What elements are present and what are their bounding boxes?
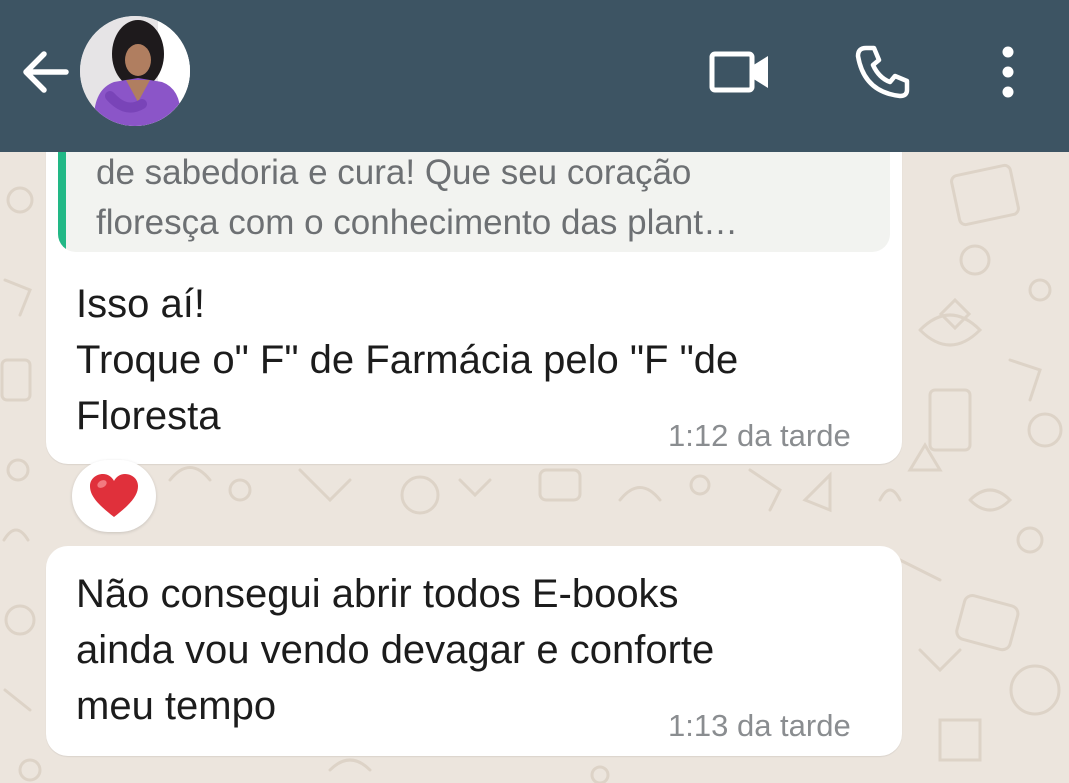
more-vert-icon <box>1002 46 1014 98</box>
message-time: 1:13 da tarde <box>668 708 851 743</box>
chat-header-overlay <box>0 0 1069 152</box>
contact-avatar[interactable] <box>80 16 190 126</box>
heart-emoji-icon <box>90 474 138 517</box>
voice-call-button[interactable] <box>846 36 918 108</box>
more-options-button[interactable] <box>972 36 1044 108</box>
arrow-left-icon <box>23 51 69 93</box>
message-reaction[interactable] <box>72 460 156 532</box>
quoted-text: de sabedoria e cura! Que seu coração flo… <box>96 153 738 242</box>
video-call-button[interactable] <box>704 36 776 108</box>
avatar-image <box>80 16 190 126</box>
back-button[interactable] <box>14 40 78 104</box>
video-camera-icon <box>709 51 768 93</box>
phone-icon <box>855 45 910 99</box>
message-time: 1:12 da tarde <box>668 418 851 453</box>
